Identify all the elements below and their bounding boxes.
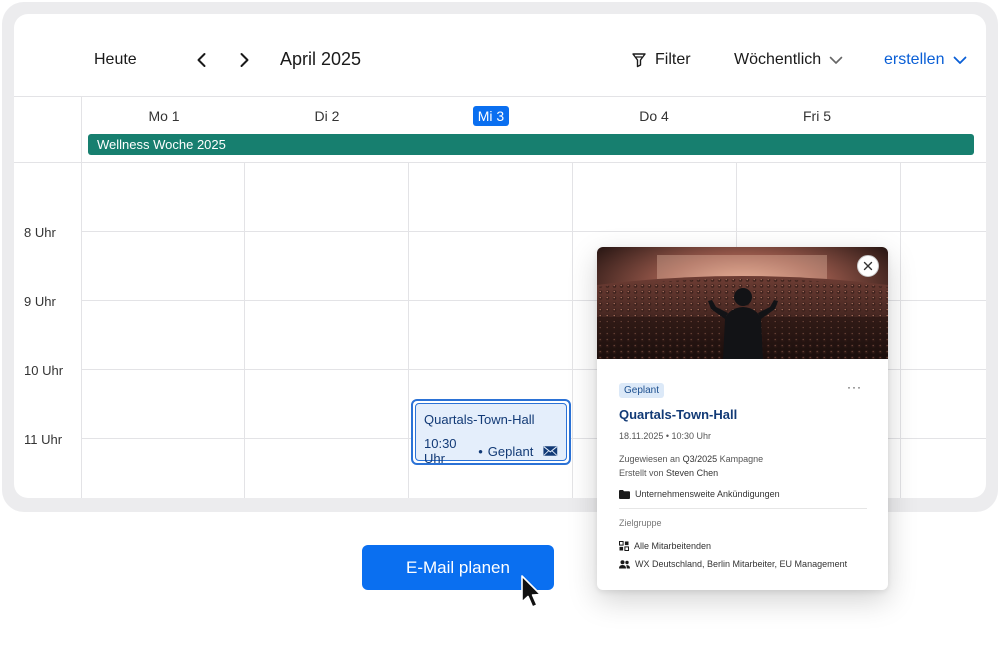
grid-column-line [900, 163, 901, 498]
popover-title: Quartals-Town-Hall [619, 407, 738, 422]
day-label-fr[interactable]: Fri 5 [787, 107, 847, 125]
audience-all-row: Alle Mitarbeitenden [619, 540, 869, 552]
grid-icon [619, 541, 629, 551]
popover-body: Geplant ··· Quartals-Town-Hall 18.11.202… [619, 380, 869, 570]
event-popover: Geplant ··· Quartals-Town-Hall 18.11.202… [597, 247, 888, 590]
assigned-prefix: Zugewiesen an [619, 454, 681, 464]
close-button[interactable] [857, 255, 879, 277]
close-icon [863, 261, 873, 271]
day-label-mi-today[interactable]: Mi 3 [473, 106, 509, 126]
calendar-toolbar: Heute April 2025 Filter Wöchentlich erst… [14, 14, 986, 97]
audience-groups-row: WX Deutschland, Berlin Mitarbeiter, EU M… [619, 558, 869, 570]
assigned-suffix: Kampagne [719, 454, 764, 464]
filter-button[interactable]: Filter [655, 50, 691, 70]
chevron-down-icon[interactable] [828, 52, 844, 68]
event-separator: • [478, 443, 483, 459]
audience-section-title: Zielgruppe [619, 518, 662, 528]
status-badge: Geplant [619, 383, 665, 398]
event-status: Geplant [487, 443, 534, 459]
users-icon [619, 559, 630, 568]
folder-name: Unternehmensweite Ankündigungen [635, 489, 780, 499]
hour-label-10: 10 Uhr [24, 363, 64, 378]
chevron-down-icon[interactable] [952, 52, 968, 68]
event-card-body[interactable]: Quartals-Town-Hall 10:30 Uhr • Geplant [415, 403, 567, 466]
hour-label-9: 9 Uhr [24, 294, 56, 309]
day-label-di[interactable]: Di 2 [297, 107, 357, 125]
audience-groups: WX Deutschland, Berlin Mitarbeiter, EU M… [635, 559, 848, 569]
audience-all: Alle Mitarbeitenden [634, 541, 712, 551]
event-card-town-hall[interactable]: Quartals-Town-Hall 10:30 Uhr • Geplant [411, 399, 571, 466]
day-label-mo[interactable]: Mo 1 [134, 107, 194, 125]
event-details: 10:30 Uhr • Geplant [424, 436, 558, 466]
popover-datetime: 18.11.2025 • 10:30 Uhr [619, 431, 712, 441]
chevron-right-icon[interactable] [234, 50, 254, 70]
view-selector[interactable]: Wöchentlich [734, 50, 821, 70]
day-label-do[interactable]: Do 4 [624, 107, 684, 125]
mail-icon [543, 446, 558, 456]
popover-assignment: Zugewiesen an Q3/2025 Kampagne Erstellt … [619, 452, 869, 480]
chevron-left-icon[interactable] [192, 50, 212, 70]
folder-icon [619, 489, 630, 499]
today-button[interactable]: Heute [94, 50, 137, 70]
create-button[interactable]: erstellen [884, 50, 944, 70]
allday-event-wellness[interactable]: Wellness Woche 2025 [88, 134, 974, 155]
created-prefix: Erstellt von [619, 468, 664, 478]
hour-label-8: 8 Uhr [24, 225, 56, 240]
grid-column-line [572, 163, 573, 498]
more-options-icon[interactable]: ··· [847, 380, 862, 394]
filter-icon[interactable] [632, 52, 646, 68]
event-image [597, 247, 888, 359]
month-title: April 2025 [280, 49, 362, 69]
hour-label-11: 11 Uhr [24, 432, 63, 447]
created-by: Steven Chen [666, 468, 719, 478]
folder-row: Unternehmensweite Ankündigungen [619, 488, 869, 500]
grid-row-line [82, 231, 986, 232]
popover-divider [619, 508, 867, 509]
mouse-pointer-icon [521, 575, 542, 608]
day-header: Mo 1 Di 2 Mi 3 Do 4 Fri 5 Wellness Woche… [14, 97, 986, 163]
event-time: 10:30 Uhr [424, 436, 457, 466]
grid-column-line [244, 163, 245, 498]
assigned-campaign[interactable]: Q3/2025 [683, 454, 718, 464]
event-title: Quartals-Town-Hall [424, 412, 535, 427]
grid-column-line [408, 163, 409, 498]
